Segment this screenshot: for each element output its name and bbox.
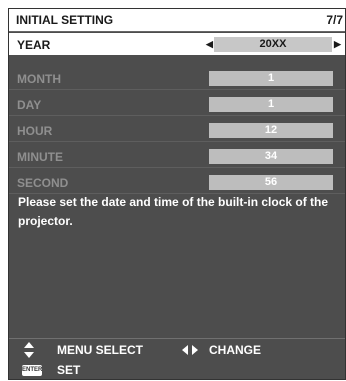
change-label: CHANGE	[209, 343, 262, 357]
menu-select-label: MENU SELECT	[57, 343, 144, 357]
arrow-left-icon[interactable]: ◀	[206, 37, 213, 52]
setting-row-second[interactable]: SECOND 56	[9, 171, 345, 194]
initial-setting-menu: INITIAL SETTING 7/7 YEAR ◀ 20XX ▶ MONTH …	[8, 8, 346, 380]
minute-value[interactable]: 34	[209, 149, 333, 164]
second-value[interactable]: 56	[209, 175, 333, 190]
left-right-icon	[182, 345, 198, 355]
page-indicator: 7/7	[326, 13, 343, 27]
year-value[interactable]: 20XX	[214, 37, 332, 52]
setting-row-day[interactable]: DAY 1	[9, 93, 345, 116]
setting-row-minute[interactable]: MINUTE 34	[9, 145, 345, 168]
setting-row-hour[interactable]: HOUR 12	[9, 119, 345, 142]
title-bar: INITIAL SETTING 7/7	[9, 9, 345, 32]
menu-title: INITIAL SETTING	[16, 13, 114, 27]
setting-row-month[interactable]: MONTH 1	[9, 67, 345, 90]
help-divider	[9, 338, 345, 339]
help-row-set: ENTER SET	[9, 361, 345, 381]
setting-label-month: MONTH	[17, 72, 61, 86]
day-value[interactable]: 1	[209, 97, 333, 112]
setting-label-minute: MINUTE	[17, 150, 63, 164]
set-label: SET	[57, 363, 81, 377]
page-frame: INITIAL SETTING 7/7 YEAR ◀ 20XX ▶ MONTH …	[0, 0, 346, 381]
help-row-navigation: MENU SELECT CHANGE	[9, 341, 345, 361]
setting-row-year[interactable]: YEAR ◀ 20XX ▶	[9, 33, 345, 55]
setting-label-year: YEAR	[17, 38, 51, 52]
month-value[interactable]: 1	[209, 71, 333, 86]
setting-label-second: SECOND	[17, 176, 69, 190]
up-down-icon	[24, 342, 34, 358]
setting-label-hour: HOUR	[17, 124, 53, 138]
description-text: Please set the date and time of the buil…	[18, 195, 329, 228]
hour-value[interactable]: 12	[209, 123, 333, 138]
setting-label-day: DAY	[17, 98, 42, 112]
arrow-right-icon[interactable]: ▶	[334, 37, 341, 52]
enter-icon: ENTER	[22, 365, 42, 376]
